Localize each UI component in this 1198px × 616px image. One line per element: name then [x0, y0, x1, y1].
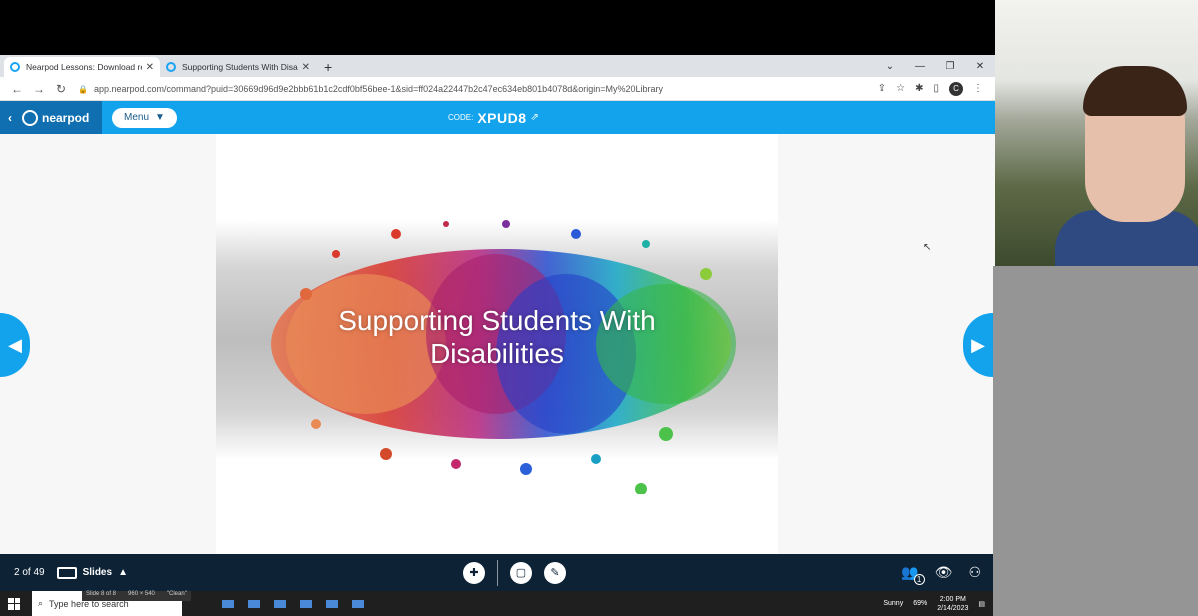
back-icon[interactable]: ← [6, 82, 28, 96]
participants-icon[interactable]: 👥 1 [901, 564, 925, 585]
close-window-button[interactable]: ✕ [965, 61, 995, 72]
taskbar-app-icon[interactable] [300, 599, 312, 608]
slide-canvas: Supporting Students With Disabilities [216, 134, 778, 554]
external-link-icon[interactable]: ⇗ [531, 112, 539, 123]
participants-count: 1 [913, 574, 925, 585]
tab-close-icon[interactable]: ✕ [302, 62, 310, 73]
logo-text: nearpod [42, 110, 90, 125]
mouse-cursor-icon: ↖ [923, 242, 932, 253]
reload-icon[interactable]: ↻ [50, 82, 72, 96]
extensions-icon[interactable]: ✱ [915, 83, 923, 94]
minimize-button[interactable]: — [905, 61, 935, 72]
menu-button[interactable]: Menu ▼ [112, 107, 177, 128]
slide-count: 2 of 49 [14, 567, 45, 578]
caret-up-icon: ▲ [118, 567, 128, 578]
browser-window: Nearpod Lessons: Download rea ✕ Supporti… [0, 55, 995, 554]
browser-tools: ⇪ ☆ ✱ ▯ C ⋮ [878, 81, 989, 96]
side-panel-icon[interactable]: ▯ [933, 83, 939, 94]
student-pacing-icon[interactable]: ⚇ [968, 564, 981, 581]
share-icon[interactable]: ⇪ [878, 83, 886, 94]
url-field[interactable]: 🔒 app.nearpod.com/command?puid=30669d96d9… [72, 84, 878, 94]
nearpod-header: ‹ nearpod Menu ▼ CODE: XPUD8 ⇗ [0, 101, 995, 134]
slide-title-line-1: Supporting Students With [338, 305, 656, 336]
weather-label[interactable]: Sunny [883, 600, 903, 607]
taskbar-app-icon[interactable] [352, 599, 364, 608]
taskbar-app-icon[interactable] [248, 599, 260, 608]
lock-icon: 🔒 [78, 84, 88, 94]
tab-title: Supporting Students With Disab [182, 62, 298, 72]
session-code[interactable]: CODE: XPUD8 ⇗ [448, 101, 539, 134]
system-tray: Sunny 69% 2:00 PM 2/14/2023 ▤ [883, 591, 985, 616]
center-tools: ✚ ▢ ✎ [463, 554, 566, 591]
forward-icon[interactable]: → [28, 82, 50, 96]
arrow-left-icon: ◀ [8, 334, 22, 355]
taskbar-app-icon[interactable] [274, 599, 286, 608]
tab-nearpod-lessons[interactable]: Nearpod Lessons: Download rea ✕ [4, 57, 160, 77]
windows-start-icon[interactable] [8, 597, 20, 610]
slide-title: Supporting Students With Disabilities [216, 304, 778, 370]
star-icon[interactable]: ☆ [896, 83, 905, 94]
search-icon: ⌕ [38, 598, 44, 608]
nearpod-logo[interactable]: ‹ nearpod [0, 101, 102, 134]
nearpod-mark-icon [22, 109, 38, 126]
arrow-right-icon: ▶ [971, 334, 985, 355]
nearpod-favicon-icon [166, 62, 176, 72]
divider [497, 559, 498, 586]
zoom-level: 69% [913, 600, 928, 607]
clock-date: 2/14/2023 [937, 604, 969, 612]
tab-close-icon[interactable]: ✕ [146, 62, 154, 73]
right-tools: 👥 1 👁 ⚇ [901, 554, 981, 591]
nearpod-favicon-icon [10, 62, 20, 72]
activity-icon[interactable]: ✚ [463, 561, 485, 584]
presenter-hair [1083, 66, 1187, 116]
ppt-status-line: Slide 8 of 8 960 × 540 "Clean" [82, 591, 191, 601]
back-chevron-icon[interactable]: ‹ [8, 111, 12, 125]
maximize-button[interactable]: ❐ [935, 61, 965, 72]
clock[interactable]: 2:00 PM 2/14/2023 [937, 595, 968, 613]
notification-icon[interactable]: ▤ [978, 600, 985, 608]
code-value: XPUD8 [477, 109, 527, 126]
address-bar-row: ← → ↻ 🔒 app.nearpod.com/command?puid=3066… [0, 77, 995, 101]
new-tab-button[interactable]: + [316, 57, 340, 77]
side-grey-panel [993, 266, 1198, 616]
profile-avatar[interactable]: C [949, 81, 963, 96]
slide-stage: Supporting Students With Disabilities ◀ … [0, 134, 995, 554]
nearpod-bottom-bar: 2 of 49 Slides ▲ ✚ ▢ ✎ 👥 1 👁 ⚇ [0, 554, 995, 591]
tab-title: Nearpod Lessons: Download rea [26, 62, 142, 72]
previous-slide-button[interactable]: ◀ [0, 313, 30, 377]
window-controls: ⌄ — ❐ ✕ [875, 55, 995, 77]
tab-supporting-students[interactable]: Supporting Students With Disab ✕ [160, 57, 316, 77]
pen-icon[interactable]: ✎ [544, 561, 566, 584]
webcam-feed [995, 0, 1198, 266]
menu-label: Menu [124, 112, 150, 123]
tab-strip: Nearpod Lessons: Download rea ✕ Supporti… [0, 55, 995, 77]
taskbar-apps [222, 599, 364, 608]
url-text: app.nearpod.com/command?puid=30669d96d9e… [93, 83, 664, 94]
slides-toggle[interactable]: Slides ▲ [56, 566, 128, 579]
code-label: CODE: [448, 113, 474, 122]
screen: Nearpod Lessons: Download rea ✕ Supporti… [0, 0, 1198, 616]
taskbar-app-icon[interactable] [326, 599, 338, 608]
status-theme: "Clean" [166, 591, 187, 597]
more-menu-icon[interactable]: ⋮ [973, 83, 983, 94]
slide-title-line-2: Disabilities [430, 338, 564, 369]
caret-down-icon: ▼ [155, 112, 165, 123]
clock-time: 2:00 PM [939, 595, 966, 603]
eye-icon[interactable]: 👁 [935, 564, 953, 581]
tab-search-chevron-icon[interactable]: ⌄ [875, 61, 905, 72]
whiteboard-icon[interactable]: ▢ [510, 561, 532, 584]
status-size: 960 × 540 [128, 591, 155, 597]
next-slide-button[interactable]: ▶ [963, 313, 993, 377]
slides-label: Slides [82, 567, 113, 578]
slides-icon [56, 566, 77, 579]
taskbar-app-icon[interactable] [222, 599, 234, 608]
status-slide: Slide 8 of 8 [86, 591, 117, 597]
